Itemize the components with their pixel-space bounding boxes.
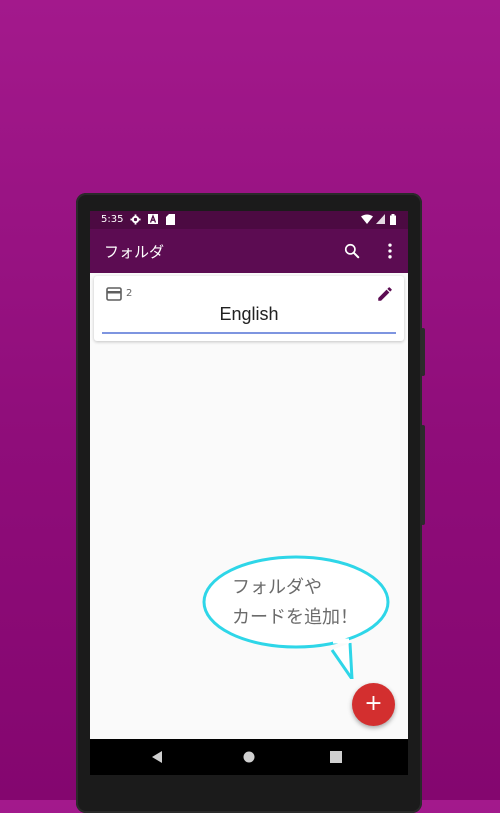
app-bar: フォルダ <box>90 229 408 273</box>
search-icon[interactable] <box>342 241 362 261</box>
add-button[interactable]: + <box>352 683 395 726</box>
volume-button <box>421 328 425 376</box>
cards-icon <box>106 287 122 301</box>
sd-card-icon <box>166 214 175 225</box>
recents-icon[interactable] <box>330 751 342 763</box>
folder-name: English <box>219 304 279 324</box>
bubble-line-1: フォルダや <box>232 577 322 598</box>
nav-bar <box>90 739 408 775</box>
settings-icon <box>130 214 141 225</box>
folder-card[interactable]: 2 English <box>94 276 404 341</box>
card-count: 2 <box>126 288 133 299</box>
power-button <box>421 425 425 525</box>
status-bar: 5:35 <box>90 211 408 229</box>
more-vert-icon[interactable] <box>380 241 400 261</box>
back-icon[interactable] <box>150 750 164 764</box>
signal-icon <box>376 214 385 224</box>
bubble-line-2: カードを追加！ <box>232 607 358 628</box>
app-bar-title: フォルダ <box>104 243 165 261</box>
speech-bubble-text: フォルダや カードを追加！ <box>232 573 382 633</box>
folder-underline <box>102 332 396 334</box>
a-icon <box>148 214 158 224</box>
status-time: 5:35 <box>101 214 124 225</box>
battery-icon <box>390 214 396 225</box>
home-icon[interactable] <box>242 750 256 764</box>
edit-icon[interactable] <box>376 285 394 303</box>
wifi-icon <box>361 214 373 224</box>
